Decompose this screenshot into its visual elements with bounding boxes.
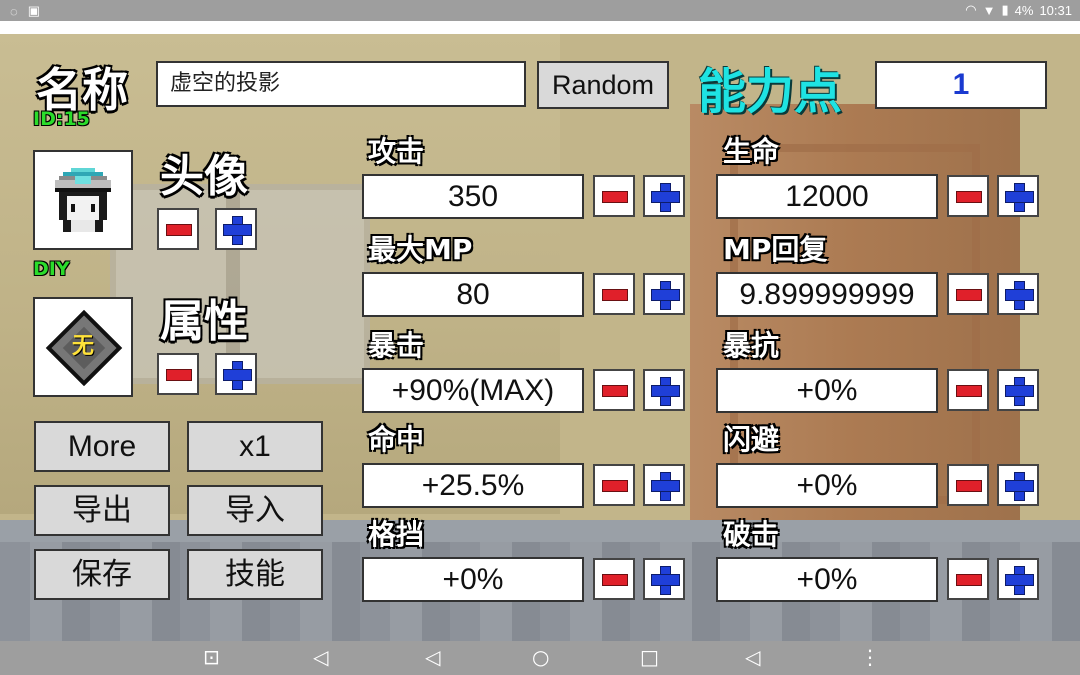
- save-button[interactable]: 保存: [34, 549, 170, 600]
- stat-label-crit: 暴击: [368, 329, 425, 362]
- stat-label-mp-regen: MP回复: [723, 233, 828, 266]
- stat-value-dodge: +0%: [716, 463, 938, 508]
- stat-value-pierce: +0%: [716, 557, 938, 602]
- hit-minus-button[interactable]: [593, 464, 635, 506]
- stat-value-crit: +90%(MAX): [362, 368, 584, 413]
- hp-plus-button[interactable]: [997, 175, 1039, 217]
- avatar-plus-button[interactable]: [215, 208, 257, 250]
- stat-label-attack: 攻击: [368, 135, 425, 168]
- crit-resist-minus-button[interactable]: [947, 369, 989, 411]
- mp-regen-minus-button[interactable]: [947, 273, 989, 315]
- more-vert-icon[interactable]: ⋮: [860, 645, 880, 669]
- attribute-char: 无: [71, 334, 94, 359]
- avatar-label: 头像: [160, 151, 248, 202]
- max-mp-minus-button[interactable]: [593, 273, 635, 315]
- more-button[interactable]: More: [34, 421, 170, 472]
- stat-value-crit-resist: +0%: [716, 368, 938, 413]
- stat-label-pierce: 破击: [723, 518, 780, 551]
- stat-value-block: +0%: [362, 557, 584, 602]
- clock: 10:31: [1039, 2, 1072, 18]
- hit-plus-button[interactable]: [643, 464, 685, 506]
- name-input[interactable]: 虚空的投影: [156, 61, 526, 107]
- dodge-minus-button[interactable]: [947, 464, 989, 506]
- attribute-label: 属性: [160, 296, 248, 347]
- battery-icon: ▮: [1001, 2, 1009, 17]
- navigation-bar: ⊡ ◁ ◁ ○ □ ◁ ⋮: [0, 641, 1080, 675]
- stat-label-dodge: 闪避: [723, 423, 780, 456]
- avatar[interactable]: [33, 150, 133, 250]
- stat-label-hit: 命中: [368, 423, 425, 456]
- stat-value-mp-regen: 9.899999999: [716, 272, 938, 317]
- diy-label: DIY: [33, 258, 70, 280]
- export-button[interactable]: 导出: [34, 485, 170, 536]
- stat-value-max-mp: 80: [362, 272, 584, 317]
- character-avatar-icon: [55, 168, 111, 232]
- attack-minus-button[interactable]: [593, 175, 635, 217]
- crit-plus-button[interactable]: [643, 369, 685, 411]
- mp-regen-plus-button[interactable]: [997, 273, 1039, 315]
- stat-label-block: 格挡: [368, 518, 425, 551]
- status-bar: ◌ ▣ ◠ ▼ ▮ 4% 10:31: [0, 0, 1080, 21]
- multiplier-button[interactable]: x1: [187, 421, 323, 472]
- image-icon: ▣: [27, 3, 41, 18]
- max-mp-plus-button[interactable]: [643, 273, 685, 315]
- stat-label-max-mp: 最大MP: [368, 233, 473, 266]
- battery-text: 4%: [1014, 2, 1034, 18]
- dodge-plus-button[interactable]: [997, 464, 1039, 506]
- ability-points-label: 能力点: [698, 64, 843, 120]
- crit-resist-plus-button[interactable]: [997, 369, 1039, 411]
- ability-points-value: 1: [875, 61, 1047, 109]
- import-button[interactable]: 导入: [187, 485, 323, 536]
- stat-value-hp: 12000: [716, 174, 938, 219]
- block-minus-button[interactable]: [593, 558, 635, 600]
- stat-value-attack: 350: [362, 174, 584, 219]
- recents-icon[interactable]: □: [640, 645, 659, 669]
- stat-label-crit-resist: 暴抗: [723, 329, 780, 362]
- block-plus-button[interactable]: [643, 558, 685, 600]
- skills-button[interactable]: 技能: [187, 549, 323, 600]
- avatar-minus-button[interactable]: [157, 208, 199, 250]
- pierce-plus-button[interactable]: [997, 558, 1039, 600]
- crit-minus-button[interactable]: [593, 369, 635, 411]
- volume-down-icon[interactable]: ◁: [313, 645, 328, 669]
- home-icon[interactable]: ○: [532, 645, 549, 669]
- volume-up-icon[interactable]: ◁: [745, 645, 760, 669]
- sync-icon: ◌: [10, 3, 18, 19]
- screenshot-icon[interactable]: ⊡: [203, 645, 220, 669]
- hp-minus-button[interactable]: [947, 175, 989, 217]
- attribute-plus-button[interactable]: [215, 353, 257, 395]
- wifi-icon: ▼: [982, 2, 996, 18]
- stat-label-hp: 生命: [723, 135, 780, 168]
- back-icon[interactable]: ◁: [425, 645, 440, 669]
- stat-value-hit: +25.5%: [362, 463, 584, 508]
- random-button[interactable]: Random: [537, 61, 669, 109]
- pierce-minus-button[interactable]: [947, 558, 989, 600]
- top-strip: [0, 21, 1080, 34]
- attack-plus-button[interactable]: [643, 175, 685, 217]
- attribute-icon-box[interactable]: 无: [33, 297, 133, 397]
- attribute-minus-button[interactable]: [157, 353, 199, 395]
- id-label: ID:15: [33, 108, 90, 130]
- headset-icon: ◠: [965, 2, 977, 17]
